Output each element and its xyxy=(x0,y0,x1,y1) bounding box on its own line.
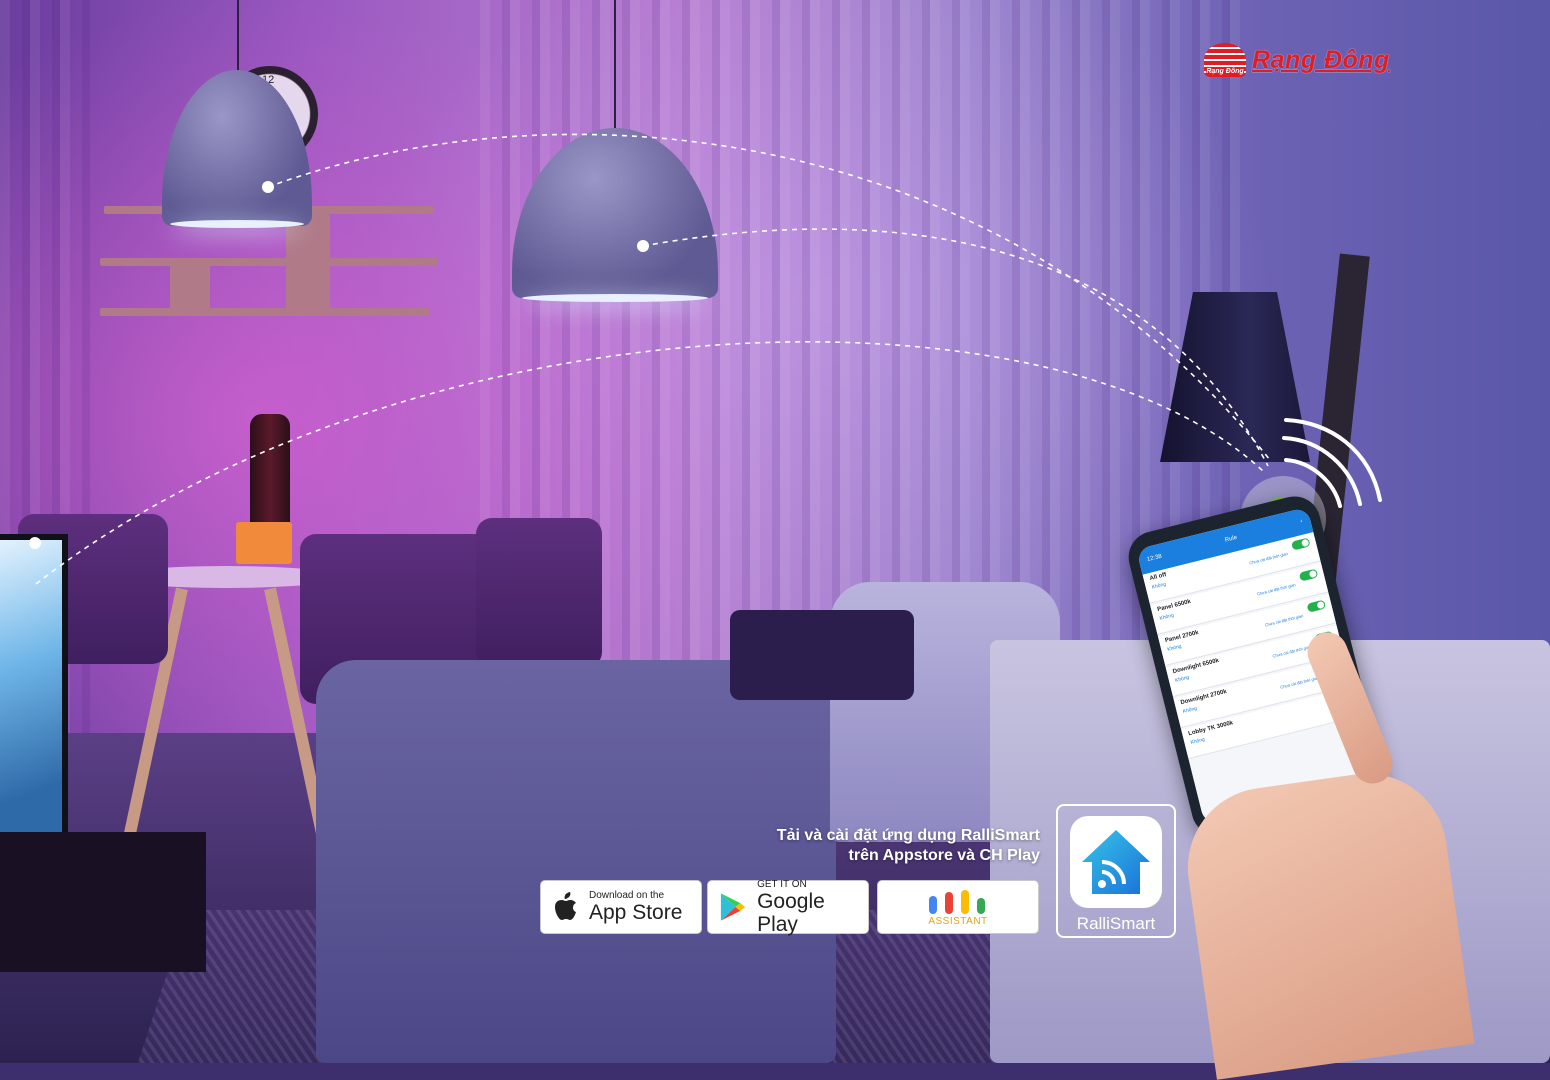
app-store-badge[interactable]: Download on the App Store xyxy=(540,880,702,934)
apple-icon xyxy=(555,892,576,920)
smart-home-wifi-icon xyxy=(1070,816,1162,908)
dashed-line-left-pendant xyxy=(267,133,1271,461)
app-store-big-text: App Store xyxy=(589,901,683,924)
brand-logo: Rạng Đông Rạng Đông xyxy=(1204,40,1394,80)
logo-mark-label: Rạng Đông xyxy=(1206,68,1244,75)
node-dot-tv xyxy=(29,537,41,549)
google-play-small-text: GET IT ON xyxy=(757,878,807,890)
rallismart-app-tile[interactable]: RalliSmart xyxy=(1056,804,1176,938)
node-dot-left-pendant xyxy=(262,181,274,193)
dashed-line-center-pendant xyxy=(642,228,1269,467)
logo-wordmark: Rạng Đông xyxy=(1252,45,1390,74)
promo-line-2: trên Appstore và CH Play xyxy=(848,847,1040,864)
phone-title: Rule xyxy=(1224,534,1238,544)
hand-palm xyxy=(1177,763,1475,1080)
node-dot-center-pendant xyxy=(637,240,649,252)
dashed-line-tv xyxy=(35,341,1265,585)
google-play-badge[interactable]: GET IT ON Google Play xyxy=(707,878,869,936)
google-assistant-icon xyxy=(929,889,985,914)
play-triangle-icon xyxy=(720,893,746,921)
logo-sunburst-icon: Rạng Đông xyxy=(1204,43,1246,77)
back-arrow-icon[interactable]: ‹ xyxy=(1300,519,1303,525)
app-name-label: RalliSmart xyxy=(1076,914,1156,933)
download-promo: Tải và cài đặt ứng dụng RalliSmart trên … xyxy=(640,826,1040,866)
app-store-small-text: Download on the xyxy=(589,890,665,901)
google-assistant-badge[interactable]: ASSISTANT xyxy=(877,880,1039,934)
assistant-label: ASSISTANT xyxy=(928,915,988,927)
google-play-big-text: Google Play xyxy=(757,889,825,936)
phone-time: 12:38 xyxy=(1146,553,1163,564)
promo-line-1: Tải và cài đặt ứng dụng RalliSmart xyxy=(776,827,1040,844)
